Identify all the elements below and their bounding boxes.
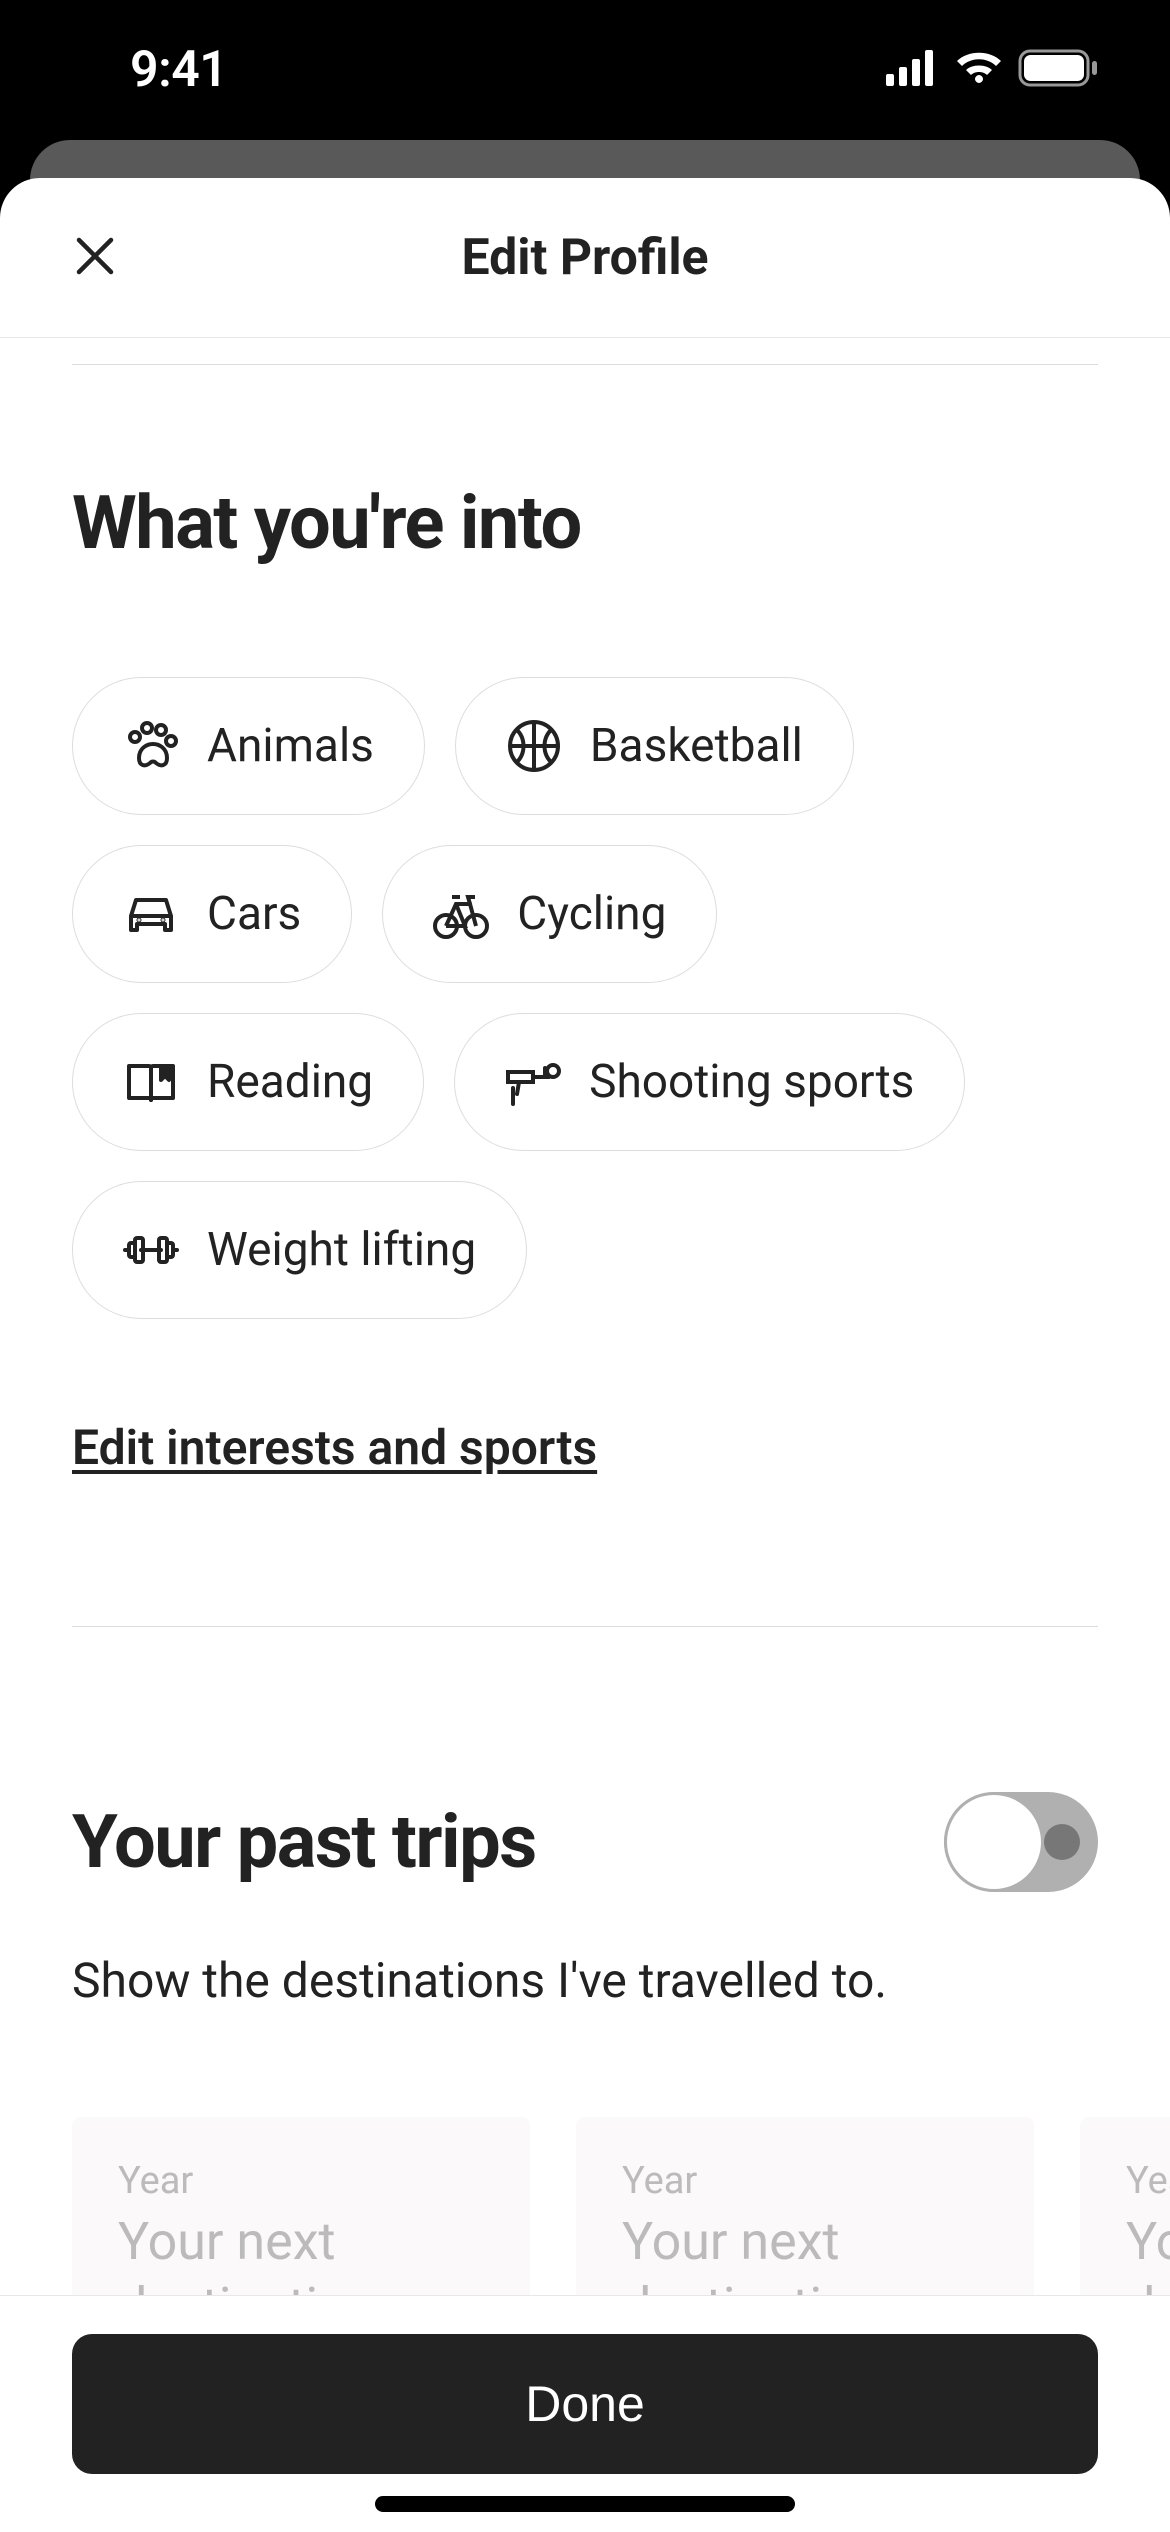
close-icon — [75, 236, 115, 280]
signal-icon — [886, 50, 940, 90]
status-indicators — [886, 49, 1100, 91]
done-button[interactable]: Done — [72, 2334, 1098, 2474]
sheet-content[interactable]: What you're into Animals — [0, 338, 1170, 2295]
cycling-icon — [433, 886, 489, 942]
trip-destination-placeholder: Your next destination — [118, 2209, 484, 2295]
chip-reading[interactable]: Reading — [72, 1013, 424, 1151]
edit-interests-link[interactable]: Edit interests and sports — [72, 1419, 597, 1476]
shooting-icon — [505, 1054, 561, 1110]
chip-animals[interactable]: Animals — [72, 677, 425, 815]
chip-label: Weight lifting — [207, 1223, 476, 1277]
weightlifting-icon — [123, 1222, 179, 1278]
chip-basketball[interactable]: Basketball — [455, 677, 854, 815]
chip-label: Shooting sports — [589, 1055, 914, 1109]
trip-year-label: Year — [118, 2159, 484, 2203]
chip-label: Reading — [207, 1055, 373, 1109]
basketball-icon — [506, 718, 562, 774]
toggle-dot — [1044, 1824, 1080, 1860]
trip-card[interactable]: Year Your next destination — [1080, 2117, 1170, 2295]
sheet-header: Edit Profile — [0, 178, 1170, 338]
divider — [72, 364, 1098, 365]
chip-cycling[interactable]: Cycling — [382, 845, 717, 983]
past-trips-title: Your past trips — [72, 1799, 536, 1886]
chip-weight-lifting[interactable]: Weight lifting — [72, 1181, 527, 1319]
page-title: Edit Profile — [461, 229, 708, 287]
status-time: 9:41 — [130, 41, 227, 99]
past-trips-section: Your past trips Show the destinations I'… — [72, 1792, 1098, 2295]
interests-title: What you're into — [72, 480, 1098, 567]
chip-label: Cars — [207, 887, 301, 941]
interest-chips: Animals Basketball — [72, 677, 1098, 1319]
past-trips-subtitle: Show the destinations I've travelled to. — [72, 1952, 1098, 2009]
chip-label: Basketball — [590, 719, 803, 773]
trip-card[interactable]: Year Your next destination — [72, 2117, 530, 2295]
reading-icon — [123, 1054, 179, 1110]
close-button[interactable] — [70, 233, 120, 283]
chip-label: Cycling — [517, 887, 666, 941]
trip-card[interactable]: Year Your next destination — [576, 2117, 1034, 2295]
past-trips-toggle[interactable] — [944, 1792, 1098, 1892]
trip-cards[interactable]: Year Your next destination Year Your nex… — [72, 2117, 1170, 2295]
trip-destination-placeholder: Your next destination — [1126, 2209, 1170, 2295]
trip-year-label: Year — [622, 2159, 988, 2203]
cars-icon — [123, 886, 179, 942]
status-bar: 9:41 — [0, 0, 1170, 140]
chip-cars[interactable]: Cars — [72, 845, 352, 983]
divider — [72, 1626, 1098, 1627]
battery-icon — [1018, 49, 1100, 91]
chip-label: Animals — [207, 719, 374, 773]
animals-icon — [123, 718, 179, 774]
trip-year-label: Year — [1126, 2159, 1170, 2203]
home-indicator[interactable] — [375, 2496, 795, 2512]
chip-shooting-sports[interactable]: Shooting sports — [454, 1013, 965, 1151]
wifi-icon — [954, 50, 1004, 90]
trip-destination-placeholder: Your next destination — [622, 2209, 988, 2295]
toggle-knob — [944, 1792, 1044, 1892]
edit-profile-sheet: Edit Profile What you're into Animals — [0, 178, 1170, 2532]
